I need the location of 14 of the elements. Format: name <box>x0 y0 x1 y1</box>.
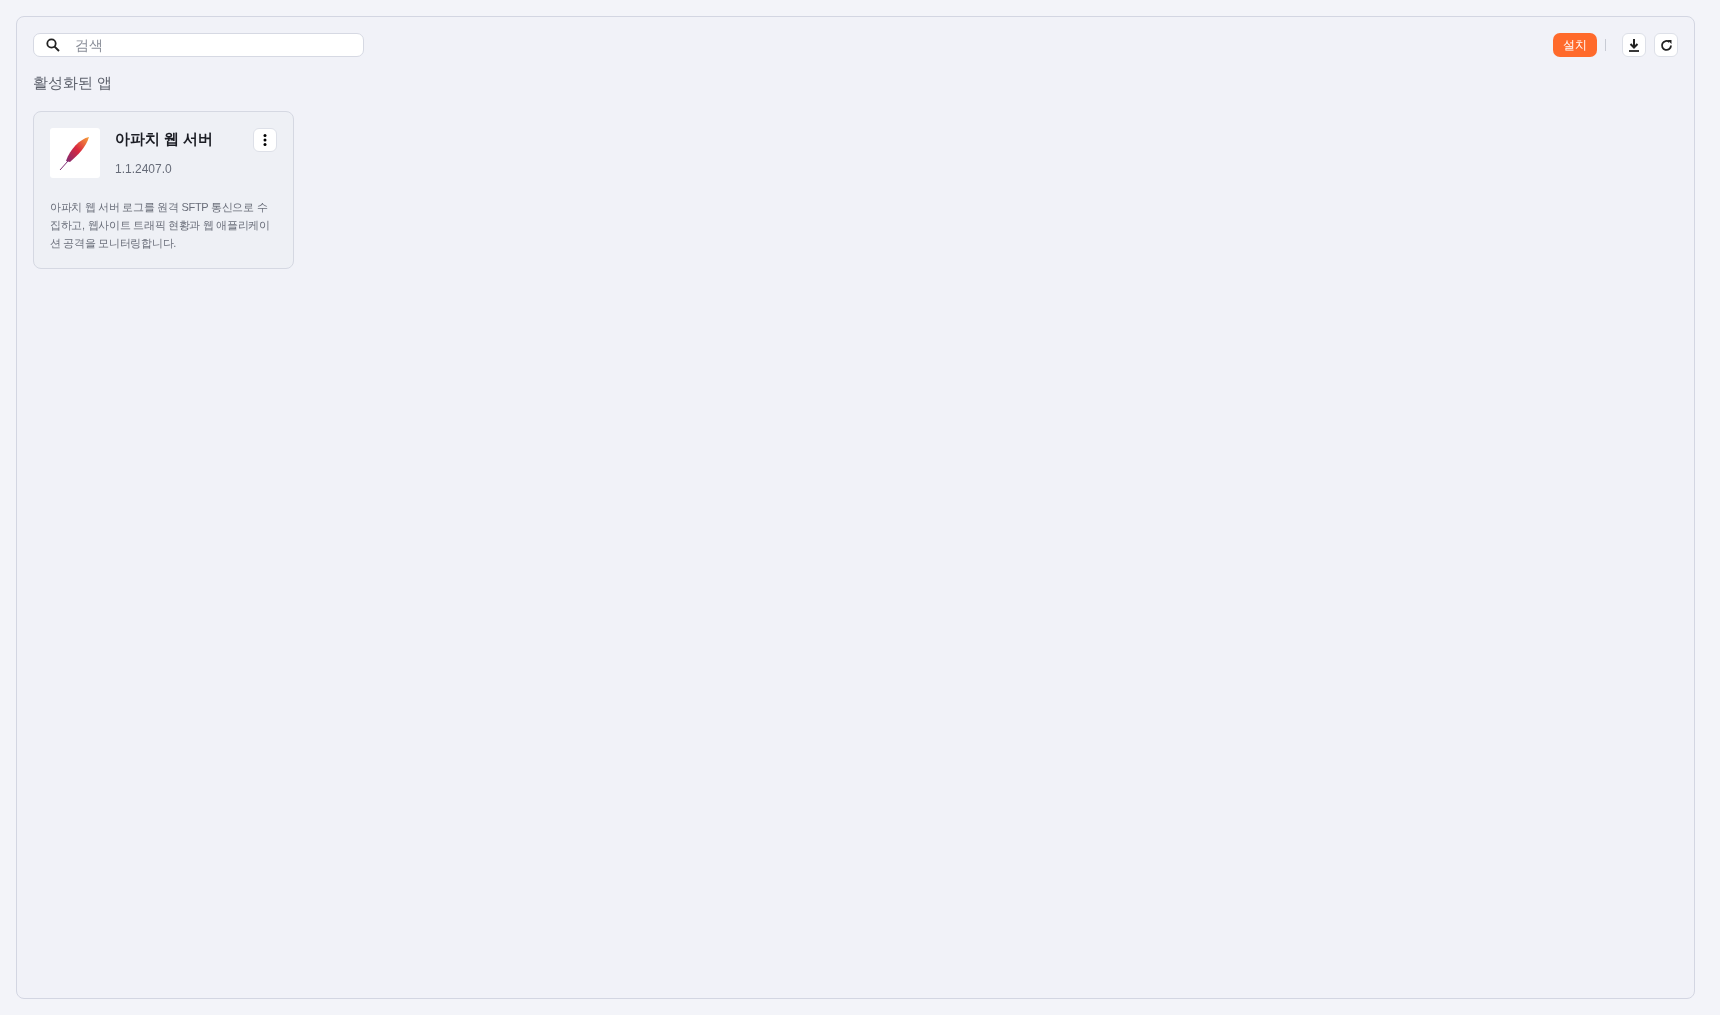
download-button[interactable] <box>1622 33 1646 57</box>
download-icon <box>1628 38 1640 52</box>
section-title: 활성화된 앱 <box>33 74 114 93</box>
search-icon <box>46 38 60 52</box>
refresh-icon <box>1659 38 1673 52</box>
search-field[interactable]: 검색 <box>33 33 364 57</box>
more-icon <box>263 134 267 146</box>
refresh-button[interactable] <box>1654 33 1678 57</box>
more-options-button[interactable] <box>253 128 277 152</box>
app-version: 1.1.2407.0 <box>115 162 173 176</box>
app-name: 아파치 웹 서버 <box>115 130 215 149</box>
feather-icon <box>58 135 92 171</box>
install-button[interactable]: 설치 <box>1553 33 1597 57</box>
app-description: 아파치 웹 서버 로그를 원격 SFTP 통신으로 수집하고, 웹사이트 트래픽 현황과 웹 애플리케이션 공격을 모니터링합니다. <box>50 200 271 251</box>
